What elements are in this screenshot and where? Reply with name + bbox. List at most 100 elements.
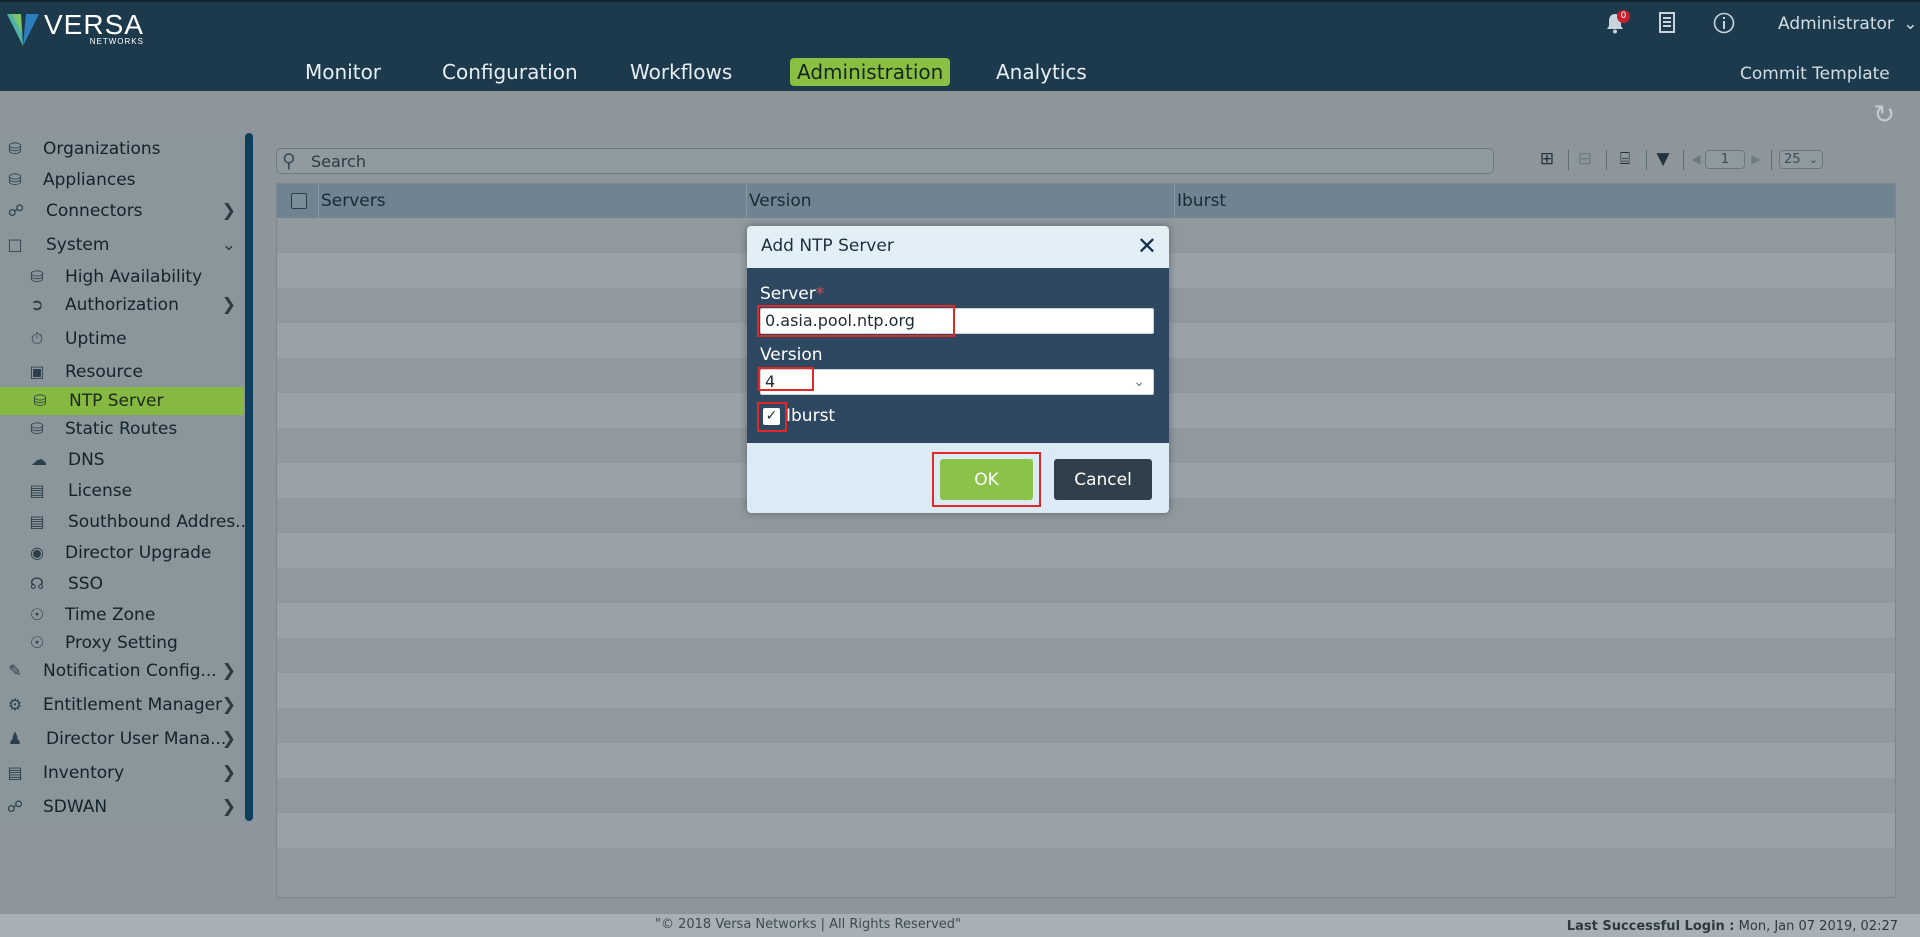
sidebar-item-sso[interactable]: ☊ SSO [0, 570, 244, 598]
table-row [277, 813, 1895, 848]
versa-logo[interactable]: VERSA NETWORKS [6, 10, 144, 48]
nav-monitor[interactable]: Monitor [298, 58, 388, 86]
sidebar-item-dns[interactable]: ☁ DNS [0, 446, 244, 474]
sidebar-item-label: DNS [68, 450, 105, 470]
sidebar-item-resource[interactable]: ▣ Resource [0, 358, 244, 386]
bell-icon[interactable]: 0 [1603, 10, 1630, 36]
select-all-cell [277, 184, 319, 218]
cancel-button[interactable]: Cancel [1054, 459, 1152, 500]
nav-analytics[interactable]: Analytics [989, 58, 1094, 86]
sidebar-item-entitlement-manager[interactable]: ⚙ Entitlement Manager ❯ [0, 691, 244, 719]
sidebar-item-connectors[interactable]: ☍ Connectors ❯ [0, 197, 244, 225]
sidebar-item-organizations[interactable]: ⛁ Organizations [0, 135, 244, 163]
column-servers[interactable]: Servers [319, 184, 747, 218]
sidebar-item-uptime[interactable]: ⏱ Uptime [0, 325, 244, 353]
table-row [277, 603, 1895, 638]
sidebar-item-label: SSO [68, 574, 103, 594]
table-row [277, 708, 1895, 743]
dialog-title: Add NTP Server [761, 236, 894, 256]
sidebar-item-sdwan[interactable]: ☍ SDWAN ❯ [0, 793, 244, 821]
sidebar-item-ntp-server[interactable]: ⛁ NTP Server [0, 387, 244, 415]
table-row [277, 673, 1895, 708]
proxy-setting-icon: ☉ [29, 633, 45, 652]
chevron-right-icon: ❯ [221, 295, 236, 315]
toolbar-divider [1771, 150, 1772, 170]
sidebar-item-static-routes[interactable]: ⛁ Static Routes [0, 415, 244, 443]
version-select[interactable]: 4 ⌄ [760, 369, 1154, 395]
director-user-management-icon: ♟ [7, 729, 23, 748]
chevron-down-icon: ⌄ [1133, 374, 1145, 390]
sidebar-item-high-availability[interactable]: ⛁ High Availability [0, 263, 244, 291]
nav-administration[interactable]: Administration [790, 58, 951, 86]
sidebar-item-notification-config[interactable]: ✎ Notification Config... ❯ [0, 657, 244, 685]
remove-icon[interactable]: ⊟ [1573, 147, 1597, 171]
connectors-icon: ☍ [7, 201, 25, 220]
filter-icon[interactable]: ▼ [1651, 147, 1675, 171]
sidebar-item-director-upgrade[interactable]: ◉ Director Upgrade [0, 539, 244, 567]
toolbar-divider [1646, 150, 1647, 170]
highlight-box [758, 367, 814, 391]
sidebar-item-inventory[interactable]: ▤ Inventory ❯ [0, 759, 244, 787]
sidebar-item-label: License [68, 481, 133, 501]
select-all-checkbox[interactable] [291, 193, 307, 209]
time-zone-icon: ☉ [29, 605, 45, 624]
info-icon[interactable] [1712, 12, 1736, 36]
sidebar-item-appliances[interactable]: ⛁ Appliances [0, 166, 244, 194]
brand-name: VERSA [44, 9, 144, 40]
table-row [277, 848, 1895, 883]
highlight-box [757, 305, 955, 337]
sidebar-item-label: Authorization [65, 295, 179, 315]
add-icon[interactable]: ⊞ [1535, 147, 1559, 171]
toolbar-divider [1606, 150, 1607, 170]
sidebar-item-southbound-address[interactable]: ▤ Southbound Addres... [0, 508, 251, 536]
sidebar-item-license[interactable]: ▤ License [0, 477, 244, 505]
organizations-icon: ⛁ [8, 139, 22, 158]
table-header: Servers Version Iburst [277, 184, 1895, 218]
last-login-value: Mon, Jan 07 2019, 02:27 [1738, 919, 1898, 934]
sidebar-item-label: System [46, 235, 110, 255]
copyright-text: "© 2018 Versa Networks | All Rights Rese… [655, 917, 961, 932]
column-iburst[interactable]: Iburst [1175, 184, 1893, 218]
chevron-right-icon: ❯ [221, 201, 236, 221]
next-page-icon[interactable]: ▶ [1744, 147, 1768, 171]
chevron-right-icon: ❯ [221, 661, 236, 681]
sidebar-item-proxy-setting[interactable]: ☉ Proxy Setting [0, 629, 244, 657]
sidebar-item-system[interactable]: □ System ⌄ [0, 231, 244, 259]
appliances-icon: ⛁ [8, 170, 22, 189]
nav-workflows[interactable]: Workflows [623, 58, 739, 86]
license-icon: ▤ [29, 481, 45, 500]
user-menu[interactable]: Administrator ⌄ [1778, 14, 1918, 34]
search-input[interactable] [311, 151, 1481, 171]
sub-toolbar: ↻ [0, 91, 1920, 133]
app-header: VERSA NETWORKS Monitor Configuration Wor… [0, 0, 1920, 91]
sidebar-item-label: Organizations [43, 139, 161, 159]
table-row [277, 533, 1895, 568]
nav-configuration[interactable]: Configuration [435, 58, 585, 86]
highlight-box [757, 402, 787, 432]
close-icon[interactable]: ✕ [1137, 232, 1157, 260]
columns-icon[interactable]: ⌸ [1613, 147, 1637, 171]
static-routes-icon: ⛁ [30, 419, 44, 438]
inventory-icon: ▤ [7, 763, 23, 782]
sidebar-scrollbar[interactable] [245, 133, 253, 821]
search-icon: ⚲ [282, 150, 296, 172]
page-size-select[interactable]: 25 ⌄ [1779, 150, 1823, 169]
required-marker: * [815, 284, 825, 304]
notification-config-icon: ✎ [8, 661, 22, 680]
notification-badge: 0 [1617, 10, 1630, 23]
refresh-icon[interactable]: ↻ [1873, 100, 1895, 130]
chevron-right-icon: ❯ [221, 729, 236, 749]
document-list-icon[interactable] [1655, 12, 1679, 36]
chevron-down-icon: ⌄ [221, 235, 236, 255]
page-number-input[interactable]: 1 [1705, 150, 1745, 169]
server-label: Server* [760, 284, 824, 304]
sidebar-item-label: Notification Config... [43, 661, 217, 681]
column-version[interactable]: Version [747, 184, 1175, 218]
sidebar-item-director-user-management[interactable]: ♟ Director User Mana... ❯ [0, 725, 244, 753]
sidebar-item-label: NTP Server [69, 391, 164, 411]
chevron-right-icon: ❯ [221, 695, 236, 715]
sidebar-item-authorization[interactable]: ➲ Authorization ❯ [0, 291, 244, 319]
sidebar-item-time-zone[interactable]: ☉ Time Zone [0, 601, 244, 629]
commit-template-link[interactable]: Commit Template [1740, 64, 1890, 84]
ntp-server-icon: ⛁ [33, 391, 47, 410]
